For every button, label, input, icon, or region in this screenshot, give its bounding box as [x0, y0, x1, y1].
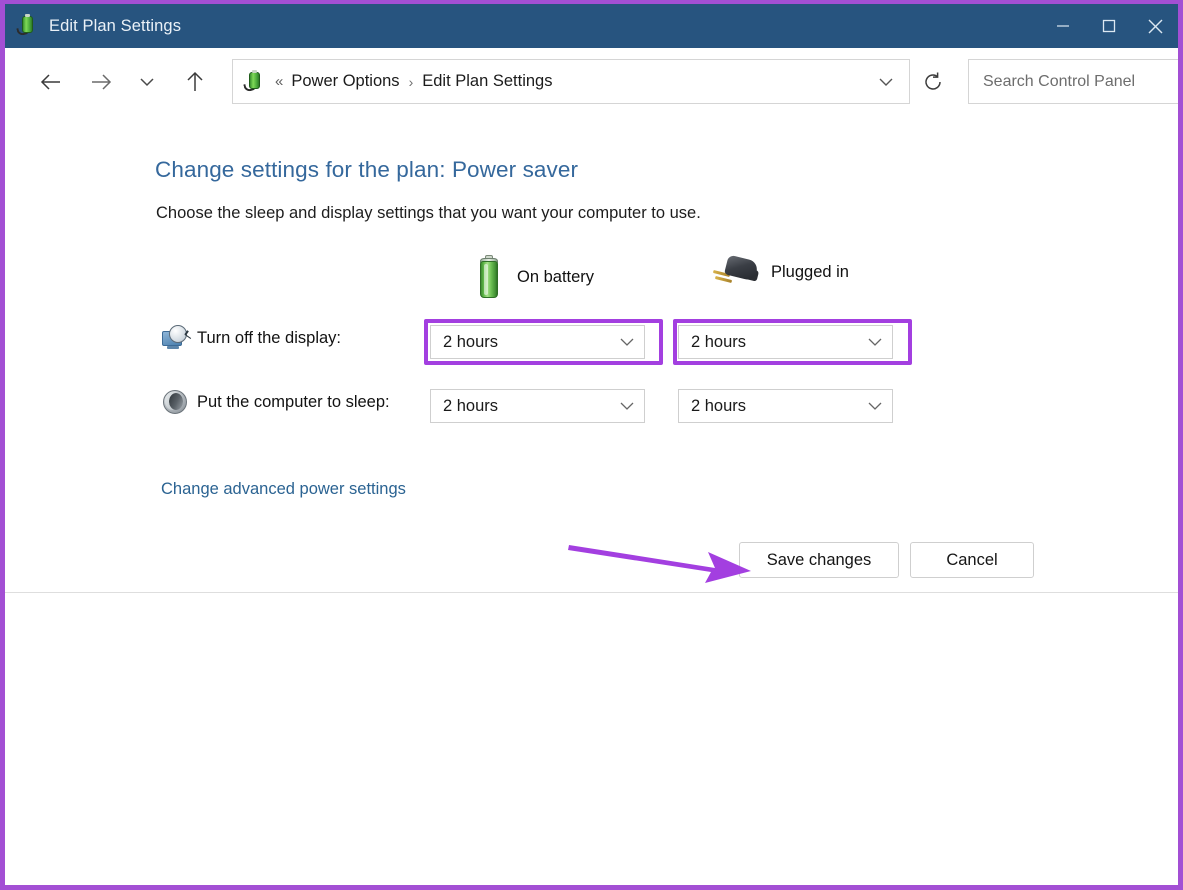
column-label-plugged-in: Plugged in: [771, 263, 849, 282]
content-area: Change settings for the plan: Power save…: [5, 115, 1178, 525]
chevron-down-icon[interactable]: [610, 400, 644, 412]
battery-icon: [475, 255, 503, 299]
dropdown-sleep-plugged-in[interactable]: 2 hours: [678, 389, 893, 423]
power-plug-icon: [713, 255, 759, 289]
title-bar: Edit Plan Settings: [5, 4, 1178, 48]
breadcrumb-separator: ›: [409, 74, 414, 90]
change-advanced-power-settings-link[interactable]: Change advanced power settings: [161, 480, 406, 499]
chevron-down-icon[interactable]: [858, 336, 892, 348]
dropdown-value-display-plugged-in: 2 hours: [679, 333, 746, 352]
power-plan-icon: [17, 15, 39, 37]
refresh-icon[interactable]: [910, 59, 956, 104]
window-title: Edit Plan Settings: [49, 17, 181, 36]
setting-row-turn-off-display: Turn off the display: 2 hours 2 hours: [5, 320, 1178, 364]
chevron-down-icon[interactable]: [863, 75, 909, 89]
minimize-icon[interactable]: [1040, 4, 1086, 48]
address-bar[interactable]: « Power Options › Edit Plan Settings: [232, 59, 910, 104]
recent-locations-icon[interactable]: [127, 62, 167, 102]
page-title: Change settings for the plan: Power save…: [155, 157, 578, 183]
chevron-down-icon[interactable]: [858, 400, 892, 412]
row-label-turn-off-display: Turn off the display:: [197, 329, 341, 348]
dropdown-value-sleep-plugged-in: 2 hours: [679, 397, 746, 416]
breadcrumb-item-power-options[interactable]: Power Options: [291, 72, 399, 91]
window-controls: [1040, 4, 1178, 48]
column-header-on-battery: On battery: [475, 255, 594, 299]
search-input[interactable]: [969, 72, 1183, 92]
forward-arrow-icon[interactable]: [81, 62, 121, 102]
save-changes-button[interactable]: Save changes: [739, 542, 899, 578]
dropdown-sleep-on-battery[interactable]: 2 hours: [430, 389, 645, 423]
power-options-icon: [244, 71, 266, 93]
row-label-put-computer-to-sleep: Put the computer to sleep:: [197, 393, 390, 412]
back-arrow-icon[interactable]: [31, 62, 71, 102]
navigation-bar: « Power Options › Edit Plan Settings: [5, 48, 1178, 115]
search-box[interactable]: [968, 59, 1183, 104]
breadcrumb-overflow[interactable]: «: [275, 73, 283, 90]
dropdown-display-plugged-in[interactable]: 2 hours: [678, 325, 893, 359]
chevron-down-icon[interactable]: [610, 336, 644, 348]
moon-sleep-icon: [162, 389, 188, 415]
column-header-plugged-in: Plugged in: [713, 255, 849, 289]
maximize-icon[interactable]: [1086, 4, 1132, 48]
dropdown-value-display-on-battery: 2 hours: [431, 333, 498, 352]
close-icon[interactable]: [1132, 4, 1178, 48]
column-label-on-battery: On battery: [517, 268, 594, 287]
edit-plan-settings-window: Edit Plan Settings: [0, 0, 1183, 890]
page-subtitle: Choose the sleep and display settings th…: [156, 204, 701, 223]
cancel-button[interactable]: Cancel: [910, 542, 1034, 578]
up-arrow-icon[interactable]: [175, 62, 215, 102]
monitor-clock-icon: [162, 325, 188, 351]
footer-bar: Save changes Cancel: [5, 525, 1178, 625]
setting-row-put-computer-to-sleep: Put the computer to sleep: 2 hours 2 hou…: [5, 384, 1178, 428]
breadcrumb-item-edit-plan-settings[interactable]: Edit Plan Settings: [422, 72, 552, 91]
dropdown-value-sleep-on-battery: 2 hours: [431, 397, 498, 416]
dropdown-display-on-battery[interactable]: 2 hours: [430, 325, 645, 359]
